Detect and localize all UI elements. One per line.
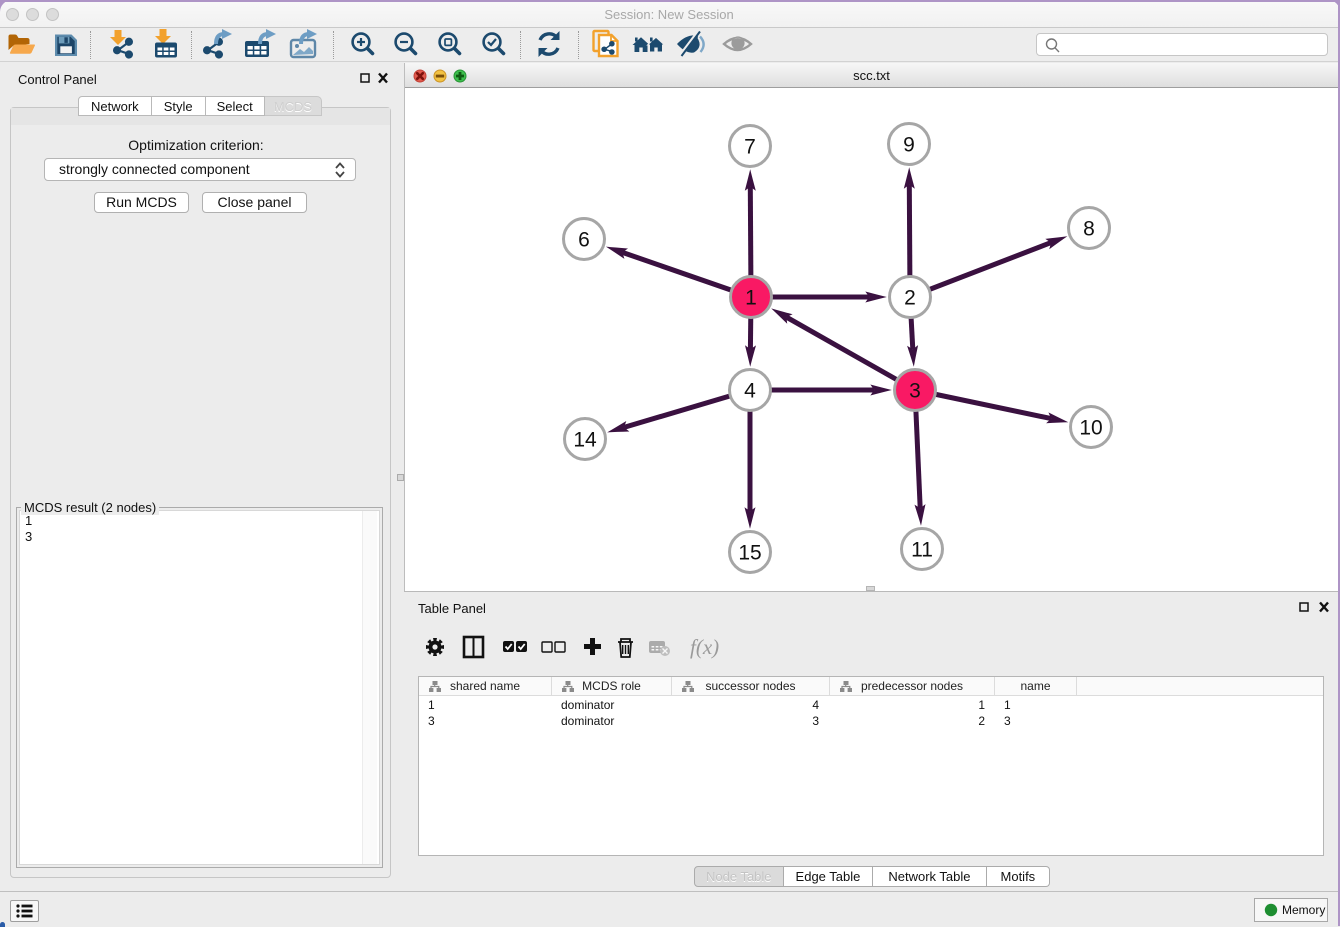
svg-text:f(x): f(x) bbox=[690, 635, 719, 659]
svg-text:6: 6 bbox=[578, 229, 590, 252]
svg-text:15: 15 bbox=[738, 542, 761, 565]
svg-text:4: 4 bbox=[744, 380, 756, 403]
svg-text:1: 1 bbox=[745, 287, 757, 310]
svg-text:3: 3 bbox=[909, 380, 921, 403]
svg-text:2: 2 bbox=[904, 287, 916, 310]
svg-text:7: 7 bbox=[744, 136, 756, 159]
svg-text:9: 9 bbox=[903, 134, 915, 157]
svg-text:11: 11 bbox=[911, 539, 933, 562]
svg-text:10: 10 bbox=[1079, 417, 1102, 440]
svg-text:14: 14 bbox=[573, 429, 597, 452]
svg-text:8: 8 bbox=[1083, 218, 1095, 241]
